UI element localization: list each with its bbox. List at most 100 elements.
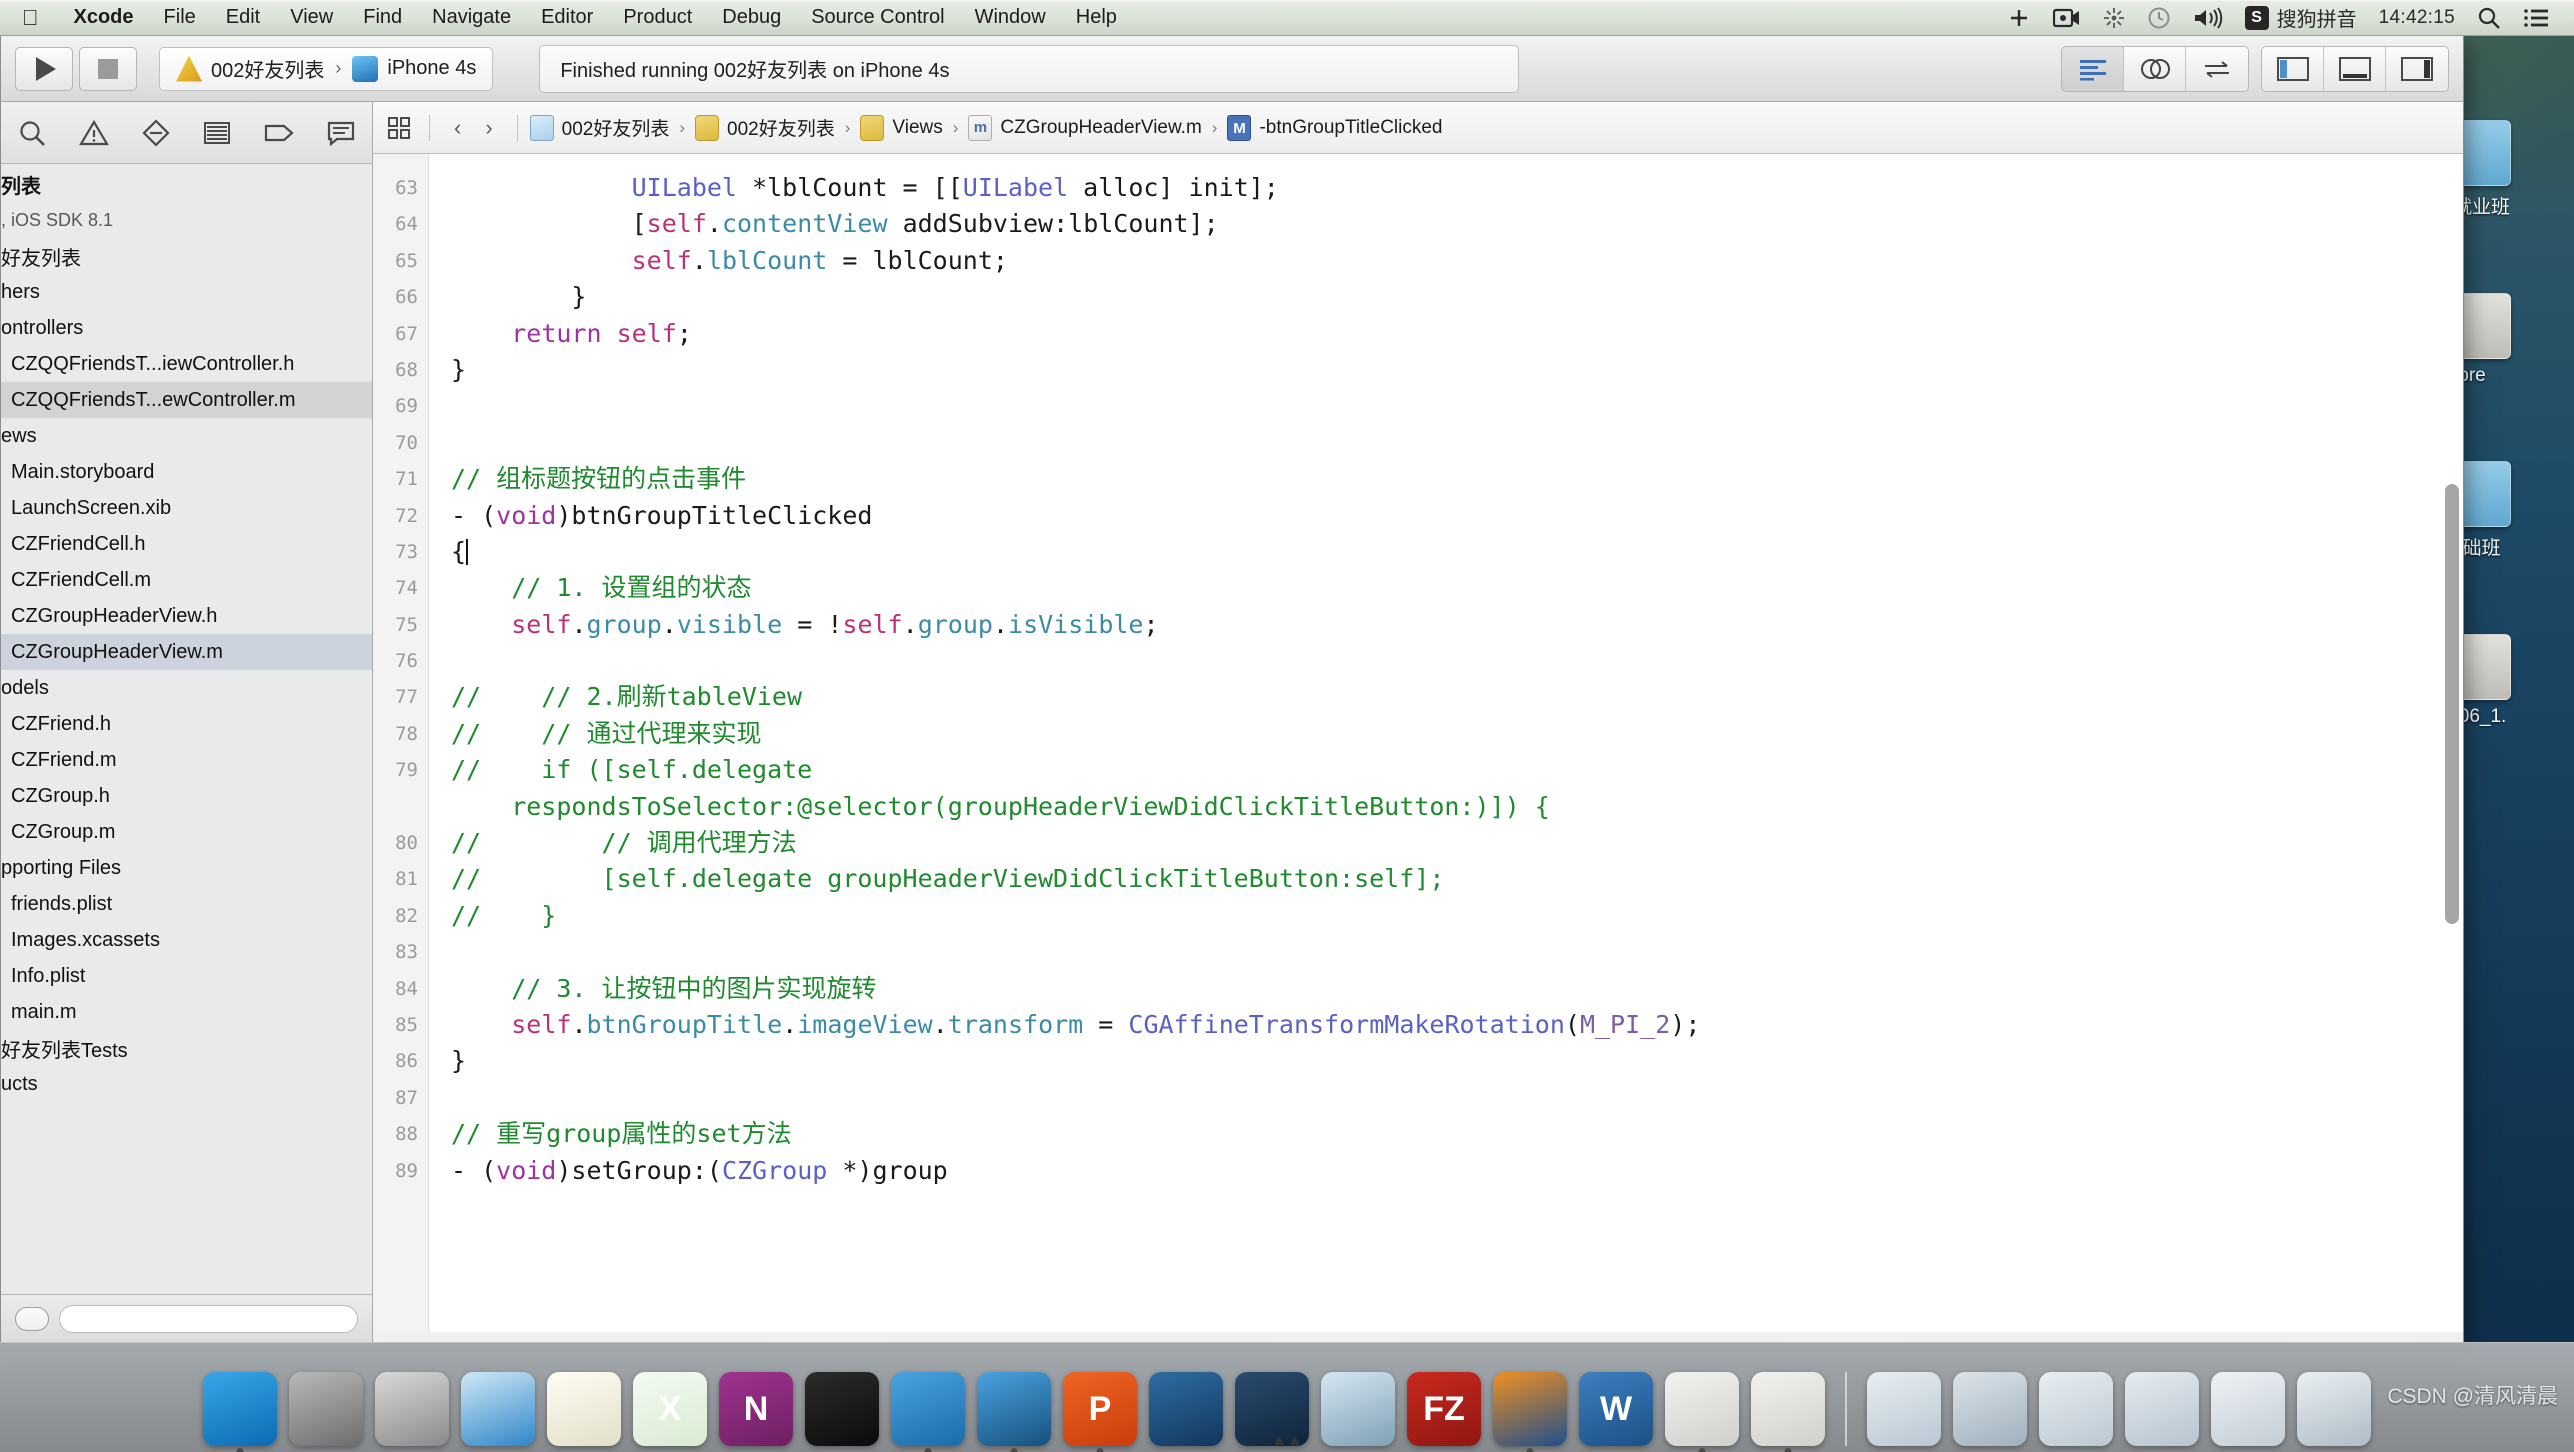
source-code-text[interactable]: UILabel *lblCount = [[UILabel alloc] ini… bbox=[429, 154, 2463, 1332]
back-chevron-icon[interactable]: ‹ bbox=[442, 115, 473, 141]
navigator-row[interactable]: CZGroupHeaderView.m bbox=[1, 634, 372, 670]
navigator-row[interactable]: ontrollers bbox=[1, 310, 372, 346]
dock-item-finder[interactable] bbox=[203, 1372, 277, 1452]
menu-clock[interactable]: 14:42:15 bbox=[2379, 7, 2455, 29]
dock-item-word[interactable]: W bbox=[1579, 1372, 1653, 1446]
editor-horizontal-scrollbar[interactable] bbox=[373, 1332, 2463, 1342]
navigator-row[interactable]: 好友列表Tests bbox=[1, 1030, 372, 1066]
menu-item-source-control[interactable]: Source Control bbox=[796, 6, 959, 29]
navigator-row[interactable]: LaunchScreen.xib bbox=[1, 490, 372, 526]
utilities-toggle[interactable] bbox=[2386, 46, 2448, 91]
dock-item-trash[interactable] bbox=[2297, 1372, 2371, 1446]
menu-item-editor[interactable]: Editor bbox=[526, 6, 608, 29]
related-items-icon[interactable] bbox=[385, 114, 413, 142]
dock-item-safari[interactable] bbox=[461, 1372, 535, 1446]
dock-item-xcode-2[interactable] bbox=[1751, 1372, 1825, 1452]
dock-item-terminal[interactable] bbox=[805, 1372, 879, 1446]
dock-item-system-preferences[interactable] bbox=[289, 1372, 363, 1446]
menu-item-help[interactable]: Help bbox=[1061, 6, 1132, 29]
version-editor-button[interactable] bbox=[2186, 46, 2248, 91]
navigator-row[interactable]: 列表 bbox=[1, 166, 372, 202]
dock-item-parallels[interactable]: P bbox=[1063, 1372, 1137, 1452]
navigator-toggle[interactable] bbox=[2262, 46, 2324, 91]
menu-item-find[interactable]: Find bbox=[348, 6, 417, 29]
screen-record-icon[interactable] bbox=[2052, 7, 2081, 29]
navigator-row[interactable]: CZFriend.m bbox=[1, 742, 372, 778]
debug-area-toggle[interactable] bbox=[2324, 46, 2386, 91]
search-icon[interactable] bbox=[2477, 6, 2501, 30]
breadcrumb-item[interactable]: 002好友列表 › bbox=[529, 114, 695, 141]
navigator-row[interactable]: pporting Files bbox=[1, 850, 372, 886]
dock-item-firefox[interactable] bbox=[1493, 1372, 1567, 1452]
apple-menu-icon[interactable]:  bbox=[0, 6, 59, 29]
stop-button[interactable] bbox=[79, 46, 137, 91]
menu-item-window[interactable]: Window bbox=[960, 6, 1061, 29]
navigator-row[interactable]: 好友列表 bbox=[1, 238, 372, 274]
navigator-row[interactable]: friends.plist bbox=[1, 886, 372, 922]
breadcrumb-item[interactable]: m CZGroupHeaderView.m › bbox=[968, 114, 1227, 141]
navigator-row[interactable]: CZGroup.h bbox=[1, 778, 372, 814]
menu-item-edit[interactable]: Edit bbox=[211, 6, 275, 29]
code-area[interactable]: 63 64 65 66 67 68 69 70 71 72 73 74 75 76 77 78 79 80 81 82… bbox=[373, 154, 2463, 1332]
dock-item-instruments[interactable] bbox=[977, 1372, 1051, 1452]
dock-item-excel[interactable]: X bbox=[633, 1372, 707, 1446]
issue-icon[interactable] bbox=[136, 113, 176, 153]
navigator-row[interactable]: ucts bbox=[1, 1066, 372, 1102]
dock-item-stack-folder-1[interactable] bbox=[1867, 1372, 1941, 1446]
report-icon[interactable] bbox=[321, 113, 361, 153]
list-icon[interactable] bbox=[2523, 7, 2549, 29]
menu-item-debug[interactable]: Debug bbox=[707, 6, 796, 29]
forward-chevron-icon[interactable]: › bbox=[473, 115, 504, 141]
breadcrumb-item[interactable]: Views › bbox=[860, 114, 968, 141]
dock-item-launchpad[interactable] bbox=[375, 1372, 449, 1446]
menu-item-product[interactable]: Product bbox=[608, 6, 707, 29]
volume-icon[interactable] bbox=[2193, 6, 2223, 29]
navigator-row[interactable]: CZFriendCell.h bbox=[1, 526, 372, 562]
dock-item-filezilla[interactable]: FZ bbox=[1407, 1372, 1481, 1446]
menu-item-xcode[interactable]: Xcode bbox=[59, 6, 149, 29]
editor-vertical-scrollbar[interactable] bbox=[2445, 484, 2459, 924]
navigator-row[interactable]: , iOS SDK 8.1 bbox=[1, 202, 372, 238]
navigator-row[interactable]: CZFriend.h bbox=[1, 706, 372, 742]
dock-item-stack-downloads[interactable] bbox=[2211, 1372, 2285, 1446]
dock-item-qq[interactable] bbox=[1321, 1372, 1395, 1446]
navigator-row[interactable]: Info.plist bbox=[1, 958, 372, 994]
search-icon[interactable] bbox=[12, 113, 52, 153]
tag-icon[interactable] bbox=[259, 113, 299, 153]
menu-item-view[interactable]: View bbox=[275, 6, 348, 29]
navigator-row[interactable]: main.m bbox=[1, 994, 372, 1030]
menu-item-file[interactable]: File bbox=[149, 6, 211, 29]
navigator-row[interactable]: Images.xcassets bbox=[1, 922, 372, 958]
filter-toggle[interactable] bbox=[15, 1306, 49, 1331]
navigator-row[interactable]: ews bbox=[1, 418, 372, 454]
navigator-row[interactable]: CZQQFriendsT...iewController.h bbox=[1, 346, 372, 382]
dock-item-snipping[interactable] bbox=[1149, 1372, 1223, 1446]
dock-item-stack-display[interactable] bbox=[1953, 1372, 2027, 1446]
dock-item-xcode-beta[interactable] bbox=[891, 1372, 965, 1452]
time-machine-icon[interactable] bbox=[2147, 6, 2171, 30]
breadcrumb-item[interactable]: M -btnGroupTitleClicked bbox=[1227, 114, 1443, 141]
navigator-row[interactable]: Main.storyboard bbox=[1, 454, 372, 490]
warning-icon[interactable] bbox=[74, 113, 114, 153]
navigator-row[interactable]: odels bbox=[1, 670, 372, 706]
navigator-filter-input[interactable] bbox=[59, 1304, 358, 1333]
airplay-icon[interactable] bbox=[2103, 7, 2125, 29]
assistant-editor-button[interactable] bbox=[2124, 46, 2186, 91]
dock-item-stack-folder-3[interactable] bbox=[2125, 1372, 2199, 1446]
navigator-row[interactable]: hers bbox=[1, 274, 372, 310]
navigator-row[interactable]: CZGroup.m bbox=[1, 814, 372, 850]
navigator-row[interactable]: CZQQFriendsT...ewController.m bbox=[1, 382, 372, 418]
breadcrumb-item[interactable]: 002好友列表 › bbox=[695, 114, 860, 141]
dock-item-xcode[interactable] bbox=[1665, 1372, 1739, 1452]
run-button[interactable] bbox=[15, 46, 73, 91]
scheme-selector[interactable]: 002好友列表 › iPhone 4s bbox=[159, 46, 494, 91]
project-navigator-list[interactable]: 列表 , iOS SDK 8.1 好友列表 hers ontrollers CZQQFri… bbox=[1, 164, 372, 1294]
dock-item-stack-folder-2[interactable] bbox=[2039, 1372, 2113, 1446]
navigator-row[interactable]: CZGroupHeaderView.h bbox=[1, 598, 372, 634]
dock-item-onenote[interactable]: N bbox=[719, 1372, 793, 1446]
input-method-indicator[interactable]: S 搜狗拼音 bbox=[2244, 3, 2357, 32]
standard-editor-button[interactable] bbox=[2062, 46, 2124, 91]
navigator-row[interactable]: CZFriendCell.m bbox=[1, 562, 372, 598]
plus-icon[interactable] bbox=[2007, 6, 2031, 30]
dock-item-notes[interactable] bbox=[547, 1372, 621, 1446]
